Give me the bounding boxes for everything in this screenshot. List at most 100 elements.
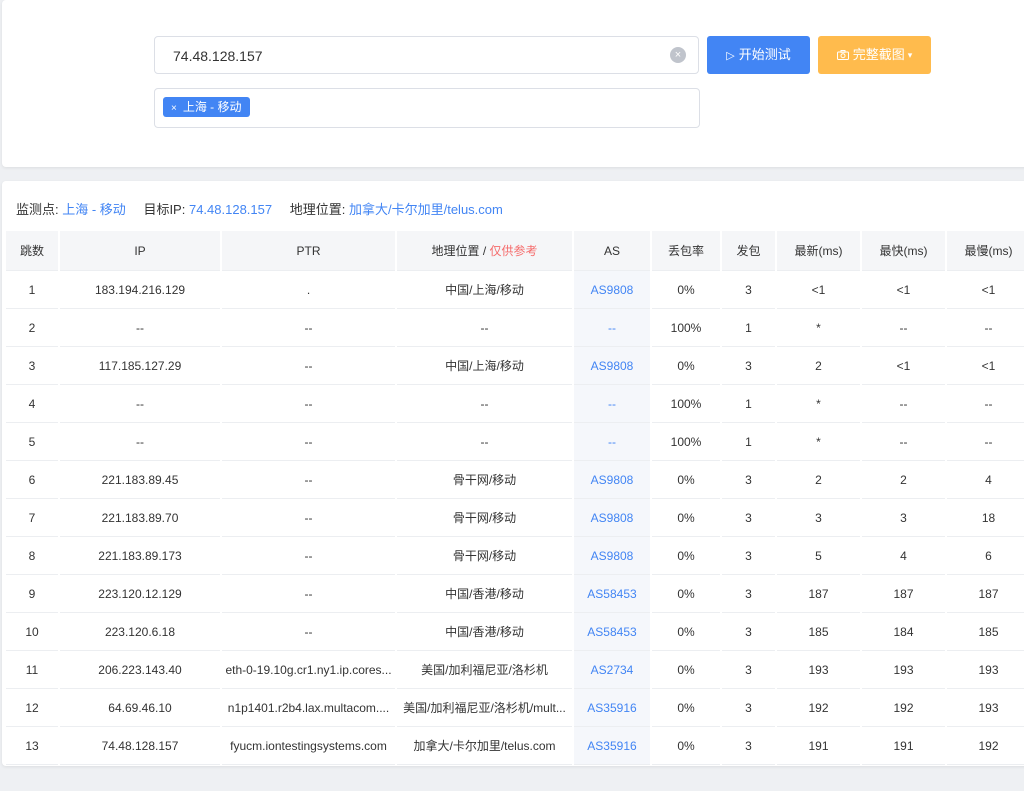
cell-ptr: -- [222, 537, 395, 575]
cell-last: 2 [777, 347, 860, 385]
cell-ptr: -- [222, 385, 395, 423]
tag-remove-icon[interactable]: × [171, 103, 177, 114]
cell-as[interactable]: AS35916 [574, 689, 650, 727]
start-test-button[interactable]: ▷ 开始测试 [707, 36, 810, 74]
cell-hop: 8 [6, 537, 58, 575]
cell-worst: -- [947, 309, 1024, 347]
cell-last: 193 [777, 651, 860, 689]
cell-ip: -- [60, 423, 220, 461]
test-form-panel: × ▷开始测试 完整截图▾ × 上海 - 移动 [2, 0, 1024, 167]
table-row: 13 74.48.128.157 fyucm.iontestingsystems.c… [6, 727, 1024, 765]
geo-value: 加拿大/卡尔加里/telus.com [348, 202, 503, 217]
header-best: 最快(ms) [862, 231, 945, 271]
cell-last: 3 [777, 499, 860, 537]
trace-result-panel: 监测点: 上海 - 移动 目标IP: 74.48.128.157 地理位置: 加… [2, 181, 1024, 766]
cell-sent: 3 [722, 537, 775, 575]
cell-hop: 7 [6, 499, 58, 537]
cell-last: 2 [777, 461, 860, 499]
table-row: 1 183.194.216.129. 中国/上海/移动 AS9808 0% 3 <1 <1 <1 [6, 271, 1024, 309]
cell-best: 2 [862, 461, 945, 499]
cell-loss: 100% [652, 385, 720, 423]
cell-as[interactable]: AS35916 [574, 727, 650, 765]
cell-geo: 中国/香港/移动 [397, 575, 572, 613]
cell-as[interactable]: AS9808 [574, 347, 650, 385]
cell-last: 192 [777, 689, 860, 727]
cell-ip: 221.183.89.70 [60, 499, 220, 537]
cell-worst: 4 [947, 461, 1024, 499]
cell-worst: 192 [947, 727, 1024, 765]
table-row: 4 -- -- -- -- 100% 1 * -- -- [6, 385, 1024, 423]
ip-search-box[interactable]: × [154, 36, 699, 75]
cell-ip: 221.183.89.173 [60, 537, 220, 575]
cell-loss: 0% [652, 461, 720, 499]
cell-loss: 100% [652, 423, 720, 461]
start-test-label: 开始测试 [738, 47, 791, 62]
cell-as[interactable]: AS58453 [574, 613, 650, 651]
cell-as[interactable]: AS9808 [574, 537, 650, 575]
cell-sent: 3 [722, 651, 775, 689]
chevron-down-icon[interactable]: ▾ [908, 36, 913, 74]
cell-best: 192 [862, 689, 945, 727]
header-last: 最新(ms) [777, 231, 860, 271]
cell-last: 187 [777, 575, 860, 613]
header-sent: 发包 [722, 231, 775, 271]
cell-worst: <1 [947, 271, 1024, 309]
cell-loss: 0% [652, 537, 720, 575]
cell-sent: 1 [722, 385, 775, 423]
cell-hop: 1 [6, 271, 58, 309]
ip-search-input[interactable] [171, 37, 655, 75]
table-row: 3 117.185.127.29 -- 中国/上海/移动 AS9808 0% 3 2 <1 <1 [6, 347, 1024, 385]
table-row: 7 221.183.89.70 -- 骨干网/移动 AS9808 0% 3 3 3 18 [6, 499, 1024, 537]
cell-last: 191 [777, 727, 860, 765]
cell-last: * [777, 385, 860, 423]
cell-last: * [777, 423, 860, 461]
camera-icon [836, 37, 849, 75]
cell-geo: -- [397, 385, 572, 423]
cell-hop: 9 [6, 575, 58, 613]
cell-geo: -- [397, 309, 572, 347]
table-row: 10 223.120.6.18 -- 中国/香港/移动 AS58453 0% 3 185 184… [6, 613, 1024, 651]
cell-as[interactable]: AS9808 [574, 271, 650, 309]
cell-hop: 10 [6, 613, 58, 651]
cell-ip: 64.69.46.10 [60, 689, 220, 727]
cell-loss: 0% [652, 651, 720, 689]
cell-hop: 13 [6, 727, 58, 765]
cell-best: -- [862, 385, 945, 423]
cell-worst: -- [947, 423, 1024, 461]
full-screenshot-button[interactable]: 完整截图 ▾ [818, 36, 931, 74]
cell-ip: 221.183.89.45 [60, 461, 220, 499]
cell-best: <1 [862, 271, 945, 309]
target-ip-label: 目标IP: [143, 202, 186, 217]
cell-sent: 3 [722, 727, 775, 765]
cell-sent: 3 [722, 461, 775, 499]
table-row: 5 -- -- -- -- 100% 1 * -- -- [6, 423, 1024, 461]
full-screenshot-label: 完整截图 [852, 47, 905, 62]
cell-sent: 3 [722, 499, 775, 537]
cell-ip: -- [60, 385, 220, 423]
table-row: 2 -- -- -- -- 100% 1 * -- -- [6, 309, 1024, 347]
cell-geo: 中国/上海/移动 [397, 271, 572, 309]
cell-as[interactable]: AS58453 [574, 575, 650, 613]
cell-ptr: eth-0-19.10g.cr1.ny1.ip.cores... [222, 651, 395, 689]
cell-worst: 193 [947, 651, 1024, 689]
clear-icon[interactable]: × [670, 47, 686, 63]
cell-geo: 中国/上海/移动 [397, 347, 572, 385]
table-body: 1 183.194.216.129. 中国/上海/移动 AS9808 0% 3 <1 <1 <1… [6, 271, 1024, 765]
cell-as[interactable]: AS2734 [574, 651, 650, 689]
monitor-node-select[interactable]: × 上海 - 移动 [154, 88, 700, 128]
cell-ip: 223.120.6.18 [60, 613, 220, 651]
header-hop: 跳数 [6, 231, 58, 271]
cell-ptr: -- [222, 575, 395, 613]
cell-best: 3 [862, 499, 945, 537]
cell-loss: 0% [652, 271, 720, 309]
cell-geo: 美国/加利福尼亚/洛杉机 [397, 651, 572, 689]
cell-as[interactable]: AS9808 [574, 499, 650, 537]
header-worst: 最慢(ms) [947, 231, 1024, 271]
cell-sent: 1 [722, 423, 775, 461]
cell-geo: 骨干网/移动 [397, 461, 572, 499]
cell-best: 193 [862, 651, 945, 689]
traceroute-table: 跳数 IP PTR 地理位置 / 仅供参考 AS 丢包率 发包 最新(ms) 最… [4, 231, 1024, 765]
cell-as[interactable]: AS9808 [574, 461, 650, 499]
cell-sent: 3 [722, 689, 775, 727]
cell-best: -- [862, 309, 945, 347]
